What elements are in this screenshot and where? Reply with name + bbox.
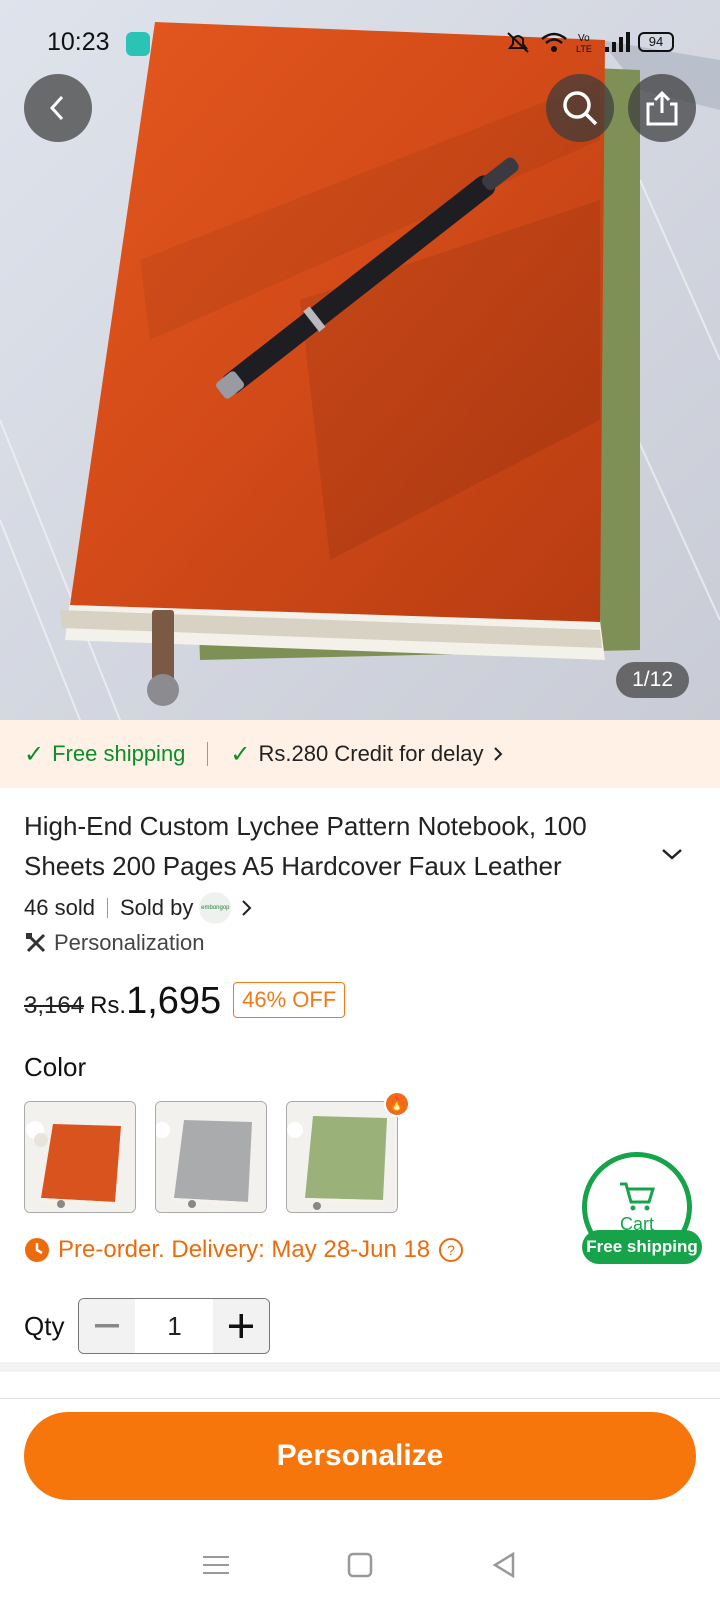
qty-label: Qty [24, 1310, 65, 1341]
help-icon[interactable]: ? [438, 1237, 464, 1263]
swatch-image-gray [156, 1102, 266, 1212]
plus-icon [229, 1314, 254, 1338]
preorder-text: Pre-order. Delivery: May 28-Jun 18 [58, 1236, 431, 1263]
original-price: 3,164 [24, 992, 85, 1019]
image-counter: 1/12 [616, 662, 689, 698]
divider [0, 1398, 720, 1399]
signal-icon [605, 32, 630, 52]
swatch-image-orange [25, 1102, 135, 1212]
delay-credit-link[interactable]: ✓ Rs.280 Credit for delay [230, 740, 503, 769]
decrease-qty-button[interactable] [79, 1299, 136, 1353]
qty-value[interactable]: 1 [135, 1299, 213, 1353]
personalize-button[interactable]: Personalize [24, 1412, 696, 1500]
seller-logo[interactable]: embongop [199, 892, 232, 924]
divider [207, 742, 209, 766]
color-option-gray[interactable] [155, 1101, 267, 1213]
recent-apps-icon[interactable] [203, 1554, 229, 1576]
quantity-stepper: 1 [78, 1298, 271, 1354]
current-price: 1,695 [126, 980, 222, 1022]
increase-qty-button[interactable] [213, 1299, 270, 1353]
personalization-tag: Personalization [24, 930, 204, 956]
status-time: 10:23 [47, 28, 110, 56]
app-notification-icon [126, 32, 150, 56]
wifi-icon [541, 32, 567, 52]
clock-icon [25, 1238, 49, 1262]
sold-row[interactable]: 46 sold Sold by embongop [24, 892, 253, 924]
expand-title-chevron-icon[interactable] [660, 846, 684, 862]
quantity-row: Qty 1 [24, 1298, 271, 1354]
delay-credit-label: Rs.280 Credit for delay [258, 741, 484, 766]
chevron-right-icon [493, 747, 502, 761]
svg-text:LTE: LTE [576, 44, 592, 54]
back-nav-icon[interactable] [491, 1551, 517, 1579]
home-icon[interactable] [347, 1552, 373, 1578]
color-option-green[interactable] [286, 1101, 398, 1213]
minus-icon [95, 1324, 120, 1328]
preorder-info: Pre-order. Delivery: May 28-Jun 18 ? [24, 1236, 464, 1264]
status-bar: 10:23 Vo LTE 94 [0, 0, 720, 86]
color-option-orange[interactable] [24, 1101, 136, 1213]
volte-icon: Vo LTE [576, 33, 592, 54]
personalization-label: Personalization [54, 930, 205, 955]
section-divider [0, 1362, 720, 1372]
divider [106, 898, 108, 918]
svg-text:Vo: Vo [578, 33, 590, 44]
discount-badge: 46% OFF [233, 982, 346, 1018]
search-icon [563, 91, 598, 126]
fire-icon: 🔥 [384, 1091, 410, 1117]
price-row: 3,164 Rs. 1,695 46% OFF [24, 980, 346, 1024]
sold-by-label: Sold by [119, 895, 194, 920]
personalization-tools-icon [26, 933, 46, 953]
check-icon: ✓ [230, 740, 251, 768]
currency-label: Rs. [90, 992, 127, 1019]
cart-icon [620, 1182, 656, 1210]
mute-bell-icon [507, 32, 529, 53]
sold-count: 46 sold [24, 895, 95, 920]
back-button[interactable] [24, 74, 92, 142]
color-label: Color [24, 1052, 87, 1082]
cart-free-shipping-badge: Free shipping [582, 1230, 702, 1264]
svg-text:?: ? [447, 1242, 455, 1258]
chevron-right-icon [242, 900, 252, 916]
share-button[interactable] [628, 74, 696, 142]
product-title: High-End Custom Lychee Pattern Notebook,… [24, 811, 587, 881]
battery-icon: 94 [638, 32, 674, 52]
search-button[interactable] [546, 74, 614, 142]
shipping-strip[interactable]: ✓ Free shipping ✓ Rs.280 Credit for dela… [0, 720, 720, 788]
check-icon: ✓ [24, 740, 45, 768]
free-shipping-label: Free shipping [52, 741, 186, 766]
chevron-left-icon [49, 95, 64, 121]
share-icon [646, 90, 678, 126]
swatch-image-green [287, 1102, 397, 1212]
system-nav-bar [0, 1530, 720, 1600]
